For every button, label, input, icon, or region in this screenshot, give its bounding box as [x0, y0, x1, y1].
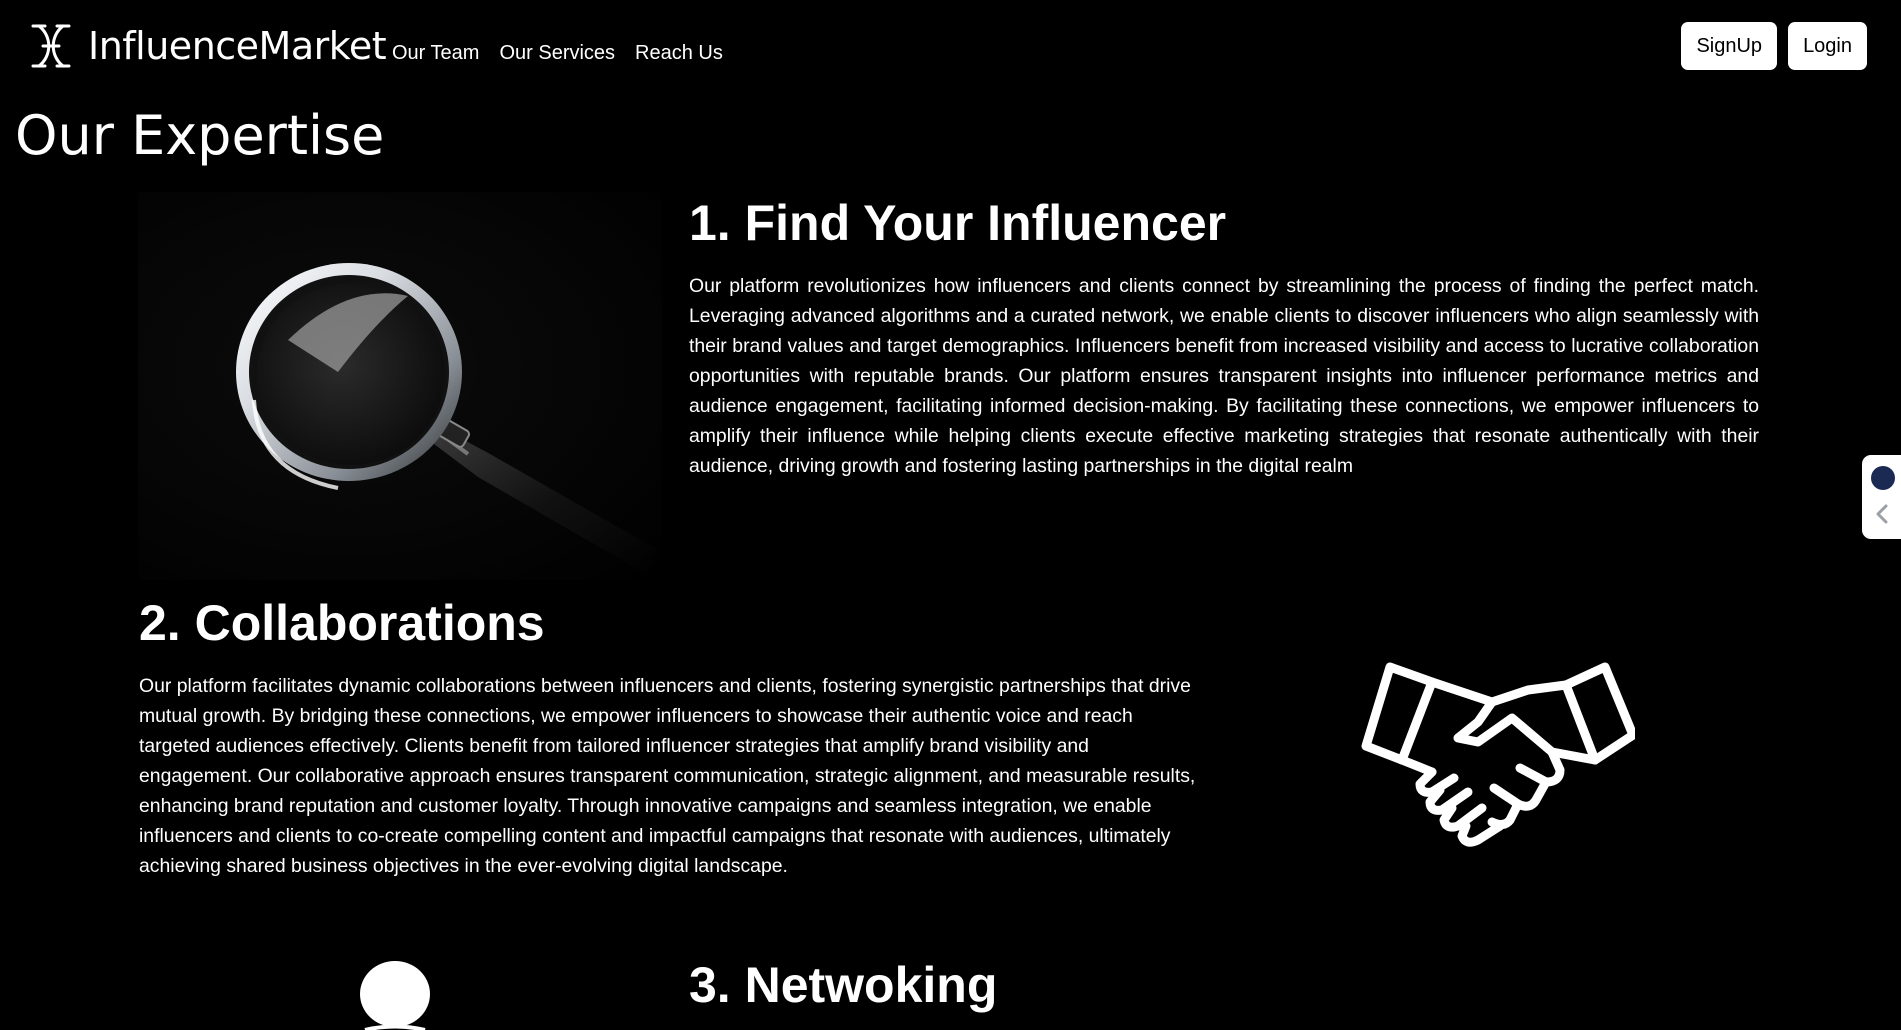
nav-links: Our Team Our Services Reach Us	[392, 42, 723, 65]
nav-link-our-services[interactable]: Our Services	[499, 42, 615, 65]
brand-logo-icon	[31, 24, 71, 68]
nav-link-reach-us[interactable]: Reach Us	[635, 42, 723, 65]
page-title: Our Expertise	[15, 104, 385, 167]
brand-name: InfluenceMarket	[88, 24, 387, 68]
networking-image	[340, 955, 450, 1030]
nav-link-our-team[interactable]: Our Team	[392, 42, 479, 65]
page: InfluenceMarket Our Team Our Services Re…	[0, 0, 1901, 1030]
network-person-icon	[360, 961, 430, 1030]
chevron-left-icon[interactable]	[1874, 503, 1890, 525]
handshake-icon	[1361, 662, 1638, 847]
section-title-collaborations: 2. Collaborations	[139, 595, 545, 651]
handshake-image	[1360, 660, 1638, 860]
section-title-find-influencer: 1. Find Your Influencer	[689, 195, 1227, 251]
side-widget[interactable]	[1862, 455, 1901, 539]
section-text-collaborations: Our platform facilitates dynamic collabo…	[139, 675, 1196, 877]
magnifying-glass-icon	[236, 263, 658, 574]
section-title-networking: 3. Netwoking	[689, 957, 998, 1013]
signup-button[interactable]: SignUp	[1681, 22, 1778, 70]
navbar: InfluenceMarket Our Team Our Services Re…	[0, 0, 1901, 100]
brand[interactable]: InfluenceMarket	[30, 22, 387, 70]
widget-avatar-icon[interactable]	[1871, 466, 1895, 490]
login-button[interactable]: Login	[1788, 22, 1867, 70]
magnifying-glass-image	[138, 192, 662, 580]
auth-buttons: SignUp Login	[1681, 22, 1867, 70]
section-text-find-influencer: Our platform revolutionizes how influenc…	[689, 275, 1759, 477]
